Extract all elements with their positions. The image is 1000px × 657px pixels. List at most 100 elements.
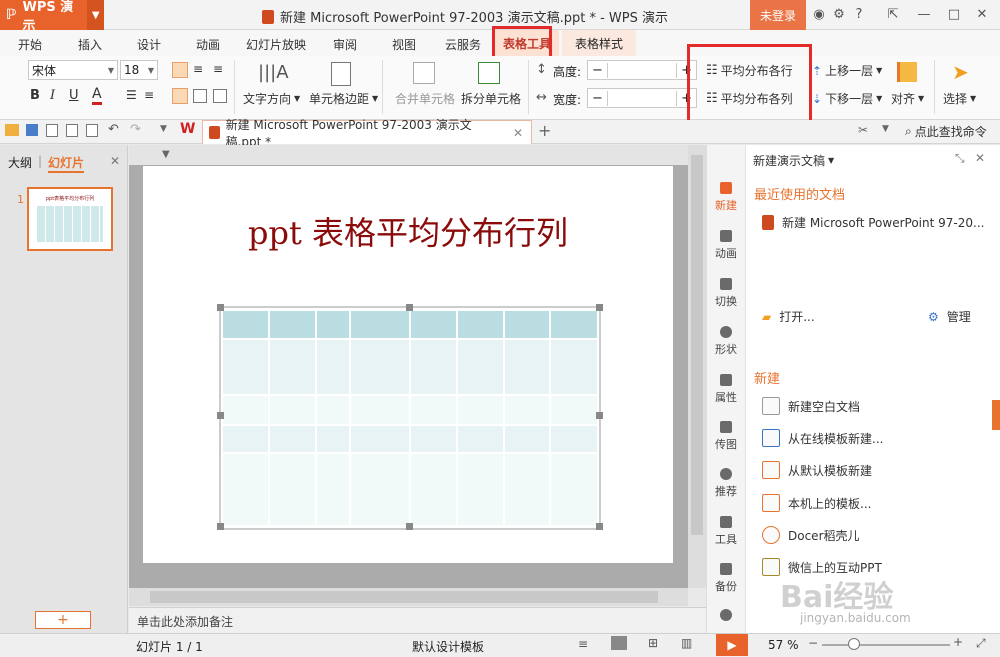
command-search[interactable]: ⌕ 点此查找命令 — [905, 123, 987, 140]
add-slide-button[interactable]: + — [35, 611, 91, 629]
close-icon[interactable]: ✕ — [973, 5, 991, 23]
minimize-icon[interactable]: — — [915, 5, 933, 23]
tab-review[interactable]: 审阅 — [333, 36, 357, 53]
underline-button[interactable]: U — [69, 88, 79, 103]
open-button[interactable]: ▰ 打开... — [762, 308, 815, 325]
recent-doc-item[interactable]: 新建 Microsoft PowerPoint 97-20... — [762, 214, 984, 231]
horizontal-scroll-thumb[interactable] — [150, 591, 658, 603]
tab-home[interactable]: 开始 — [18, 36, 42, 53]
chevron-down-icon[interactable]: ▼ — [882, 124, 889, 134]
sidebar-item-new[interactable]: 新建 — [706, 182, 746, 213]
help-icon[interactable]: ? — [850, 5, 868, 23]
zoom-slider-thumb[interactable] — [848, 638, 860, 650]
print-preview-icon[interactable] — [86, 124, 98, 137]
sidebar-item-tools[interactable]: 工具 — [706, 516, 746, 547]
manage-button[interactable]: ⚙ 管理 — [928, 308, 971, 325]
collapse-icon[interactable]: ▼ — [162, 149, 170, 160]
play-slideshow-button[interactable]: ▶ — [716, 634, 748, 656]
sorter-view-icon[interactable]: ⊞ — [648, 636, 658, 650]
task-pane-header[interactable]: 新建演示文稿 ▼ — [753, 152, 834, 169]
tab-slideshow[interactable]: 幻灯片放映 — [246, 36, 306, 53]
sidebar-item-backup[interactable]: 备份 — [706, 563, 746, 594]
decrease-height-button[interactable]: − — [588, 62, 608, 78]
pin-icon[interactable]: ⤡ — [955, 151, 965, 166]
sidebar-help[interactable] — [706, 609, 746, 624]
decrease-width-button[interactable]: − — [588, 90, 608, 106]
open-folder-icon[interactable] — [5, 124, 19, 136]
new-from-default-template[interactable]: 从默认模板新建 — [762, 461, 872, 479]
notes-area[interactable]: 单击此处添加备注 — [129, 607, 706, 633]
tab-animation[interactable]: 动画 — [196, 36, 220, 53]
font-color-icon[interactable]: A — [92, 86, 102, 105]
cell-margin-button[interactable]: 单元格边距 ▼ — [309, 90, 378, 107]
line-spacing-icon[interactable]: ☰ — [126, 88, 137, 102]
print-icon[interactable] — [66, 124, 78, 137]
zoom-out-button[interactable]: − — [808, 636, 818, 650]
chevron-down-icon[interactable]: ▼ — [160, 124, 167, 134]
distribute-columns-button[interactable]: ☷ 平均分布各列 — [706, 90, 793, 107]
local-templates[interactable]: 本机上的模板... — [762, 494, 871, 512]
align-button[interactable]: 对齐 ▼ — [891, 90, 924, 107]
document-tab[interactable]: 新建 Microsoft PowerPoint 97-2003 演示文稿.ppt… — [202, 118, 532, 149]
vertical-scroll-thumb[interactable] — [691, 155, 703, 535]
height-stepper[interactable]: − + — [587, 60, 697, 80]
slide-title[interactable]: ppt 表格平均分布行列 — [143, 208, 673, 254]
undo-icon[interactable]: ↶ — [108, 122, 119, 137]
tab-cloud[interactable]: 云服务 — [445, 36, 481, 53]
redo-icon[interactable]: ↷ — [130, 122, 141, 137]
merge-cells-button[interactable]: 合并单元格 — [395, 90, 455, 107]
docer-link[interactable]: Docer稻壳儿 — [762, 526, 860, 544]
tab-outline[interactable]: 大纲 — [8, 154, 32, 171]
distribute-rows-button[interactable]: ☷ 平均分布各行 — [706, 62, 793, 79]
skin-icon[interactable]: ◉ — [810, 5, 828, 23]
tab-table-style[interactable]: 表格样式 — [562, 30, 636, 56]
align-middle-icon[interactable] — [193, 89, 207, 103]
tab-slides[interactable]: 幻灯片 — [48, 154, 85, 173]
settings-icon[interactable]: ⚙ — [830, 5, 848, 23]
tab-view[interactable]: 视图 — [392, 36, 416, 53]
send-backward-button[interactable]: ⇣ 下移一层 ▼ — [812, 90, 882, 107]
tools-icon[interactable]: ✂ — [858, 123, 868, 137]
slide-thumbnail[interactable]: ppt表格平均分布行列 — [27, 187, 113, 251]
login-button[interactable]: 未登录 — [750, 0, 806, 30]
reading-view-icon[interactable]: ▥ — [681, 636, 692, 650]
table-object[interactable] — [216, 303, 606, 533]
bold-button[interactable]: B — [30, 88, 40, 103]
align-top-icon[interactable] — [172, 88, 188, 104]
chevron-down-icon[interactable]: ▼ — [87, 0, 104, 30]
close-tab-icon[interactable]: ✕ — [513, 126, 523, 140]
notes-view-icon[interactable]: ≡ — [578, 637, 588, 651]
new-from-online-template[interactable]: 从在线模板新建... — [762, 429, 883, 447]
align-left-icon[interactable] — [172, 62, 188, 78]
tab-design[interactable]: 设计 — [137, 36, 161, 53]
zoom-in-button[interactable]: + — [953, 635, 963, 649]
maximize-icon[interactable]: □ — [945, 5, 963, 23]
new-blank-doc[interactable]: 新建空白文档 — [762, 397, 860, 415]
sidebar-item-shapes[interactable]: 形状 — [706, 326, 746, 357]
pane-collapse-handle[interactable] — [992, 400, 1000, 430]
bring-forward-button[interactable]: ⇡ 上移一层 ▼ — [812, 62, 882, 79]
close-icon[interactable]: ✕ — [975, 151, 985, 165]
split-cells-button[interactable]: 拆分单元格 — [461, 90, 521, 107]
align-bottom-icon[interactable] — [213, 89, 227, 103]
italic-button[interactable]: I — [50, 88, 55, 103]
save-icon[interactable] — [26, 124, 38, 136]
wps-app-menu[interactable]: ℙ WPS 演示 ▼ — [0, 0, 104, 34]
fit-window-icon[interactable]: ⤢ — [976, 636, 986, 651]
sidebar-item-properties[interactable]: 属性 — [706, 374, 746, 405]
sidebar-item-recommend[interactable]: 推荐 — [706, 468, 746, 499]
font-size-select[interactable]: 18 ▼ — [120, 60, 158, 80]
export-pdf-icon[interactable] — [46, 124, 58, 137]
restore-ribbon-icon[interactable]: ⇱ — [884, 5, 902, 23]
normal-view-icon[interactable] — [611, 636, 627, 650]
sidebar-item-transition[interactable]: 切换 — [706, 278, 746, 309]
select-button[interactable]: 选择 ▼ — [943, 90, 976, 107]
zoom-slider[interactable] — [822, 644, 950, 646]
font-name-select[interactable]: 宋体 ▼ — [28, 60, 118, 80]
sidebar-item-upload-image[interactable]: 传图 — [706, 421, 746, 452]
close-panel-icon[interactable]: ✕ — [110, 154, 120, 168]
align-center-icon[interactable]: ≡ — [193, 62, 203, 76]
text-direction-button[interactable]: 文字方向 ▼ — [243, 90, 300, 107]
width-stepper[interactable]: − + — [587, 88, 697, 108]
tab-insert[interactable]: 插入 — [78, 36, 102, 53]
